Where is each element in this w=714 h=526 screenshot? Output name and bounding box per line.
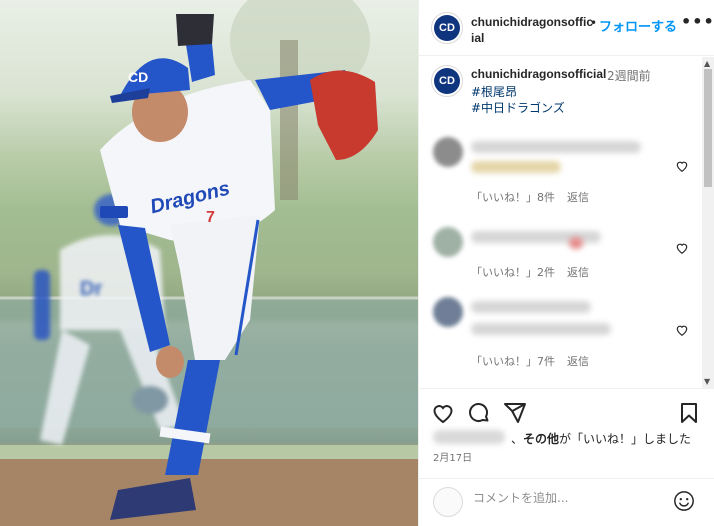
post-photo[interactable]: Dr CD Dragons 7 <box>0 0 418 526</box>
heart-icon[interactable] <box>675 323 689 337</box>
post-actions: 、その他が「いいね！」しました 2月17日 <box>419 388 714 478</box>
caption-time: 2週間前 <box>607 69 651 83</box>
heart-icon[interactable] <box>431 401 455 425</box>
account-username[interactable]: chunichidragonsofficial <box>471 14 593 46</box>
separator-dot: • <box>590 16 598 30</box>
hashtag-link[interactable]: #中日ドラゴンズ <box>471 99 565 116</box>
account-avatar[interactable]: CD <box>431 12 463 44</box>
add-comment-bar <box>419 478 714 526</box>
comment-avatar[interactable] <box>433 137 463 167</box>
comment-input[interactable] <box>473 491 663 505</box>
liked-by-others-link[interactable]: その他 <box>523 432 559 446</box>
bookmark-icon[interactable] <box>677 401 701 425</box>
comment-meta: 「いいね！」7件 返信 <box>471 353 601 369</box>
comment-meta: 「いいね！」8件 返信 <box>471 189 601 205</box>
reply-button[interactable]: 返信 <box>567 266 589 279</box>
emoji-icon[interactable] <box>673 490 695 512</box>
comment-avatar[interactable] <box>433 227 463 257</box>
more-icon[interactable]: ••• <box>681 12 714 31</box>
comment-likes[interactable]: 「いいね！」2件 <box>471 266 555 279</box>
svg-text:Dr: Dr <box>80 278 102 300</box>
comment-text-blurred <box>471 301 591 313</box>
hashtag-link[interactable]: #根尾昂 <box>471 83 517 100</box>
comment-meta: 「いいね！」2件 返信 <box>471 264 601 280</box>
comment-text-blurred <box>569 237 583 249</box>
liked-by-suffix: が「いいね！」しました <box>559 432 692 446</box>
heart-icon[interactable] <box>675 241 689 255</box>
liked-by-prefix: 、 <box>511 432 524 446</box>
scroll-up-icon[interactable]: ▲ <box>704 59 710 68</box>
caption-avatar[interactable]: CD <box>431 65 463 97</box>
liked-by-user-blurred[interactable] <box>433 430 505 444</box>
comments-scrollbar[interactable]: ▲ ▼ <box>702 57 714 388</box>
follow-button[interactable]: フォローする <box>599 16 677 35</box>
caption-username[interactable]: chunichidragonsofficial <box>471 67 606 81</box>
post-date[interactable]: 2月17日 <box>433 449 472 464</box>
scrollbar-thumb[interactable] <box>704 69 712 187</box>
comments-section[interactable]: CD chunichidragonsofficial 2週間前 #根尾昂 #中日… <box>419 57 714 388</box>
comment-text-blurred <box>471 161 561 173</box>
comment-text-blurred <box>471 323 611 335</box>
team-logo: CD <box>434 68 460 94</box>
pitcher-image: Dr CD Dragons 7 <box>0 0 418 526</box>
team-logo: CD <box>434 15 460 41</box>
heart-icon[interactable] <box>675 159 689 173</box>
reply-button[interactable]: 返信 <box>567 355 589 368</box>
reply-button[interactable]: 返信 <box>567 191 589 204</box>
jersey-number: 7 <box>206 209 215 226</box>
post-header: CD chunichidragonsofficial • フォローする ••• <box>419 0 714 56</box>
liked-by-text: 、その他が「いいね！」しました <box>511 430 691 447</box>
comment-icon[interactable] <box>467 401 491 425</box>
comment-likes[interactable]: 「いいね！」8件 <box>471 191 555 204</box>
scroll-down-icon[interactable]: ▼ <box>704 377 710 386</box>
post-panel: CD chunichidragonsofficial • フォローする ••• … <box>418 0 714 526</box>
comment-avatar[interactable] <box>433 297 463 327</box>
comment-likes[interactable]: 「いいね！」7件 <box>471 355 555 368</box>
current-user-avatar <box>433 487 463 517</box>
comment-text-blurred <box>471 141 641 153</box>
svg-text:CD: CD <box>128 69 148 85</box>
share-icon[interactable] <box>503 401 527 425</box>
